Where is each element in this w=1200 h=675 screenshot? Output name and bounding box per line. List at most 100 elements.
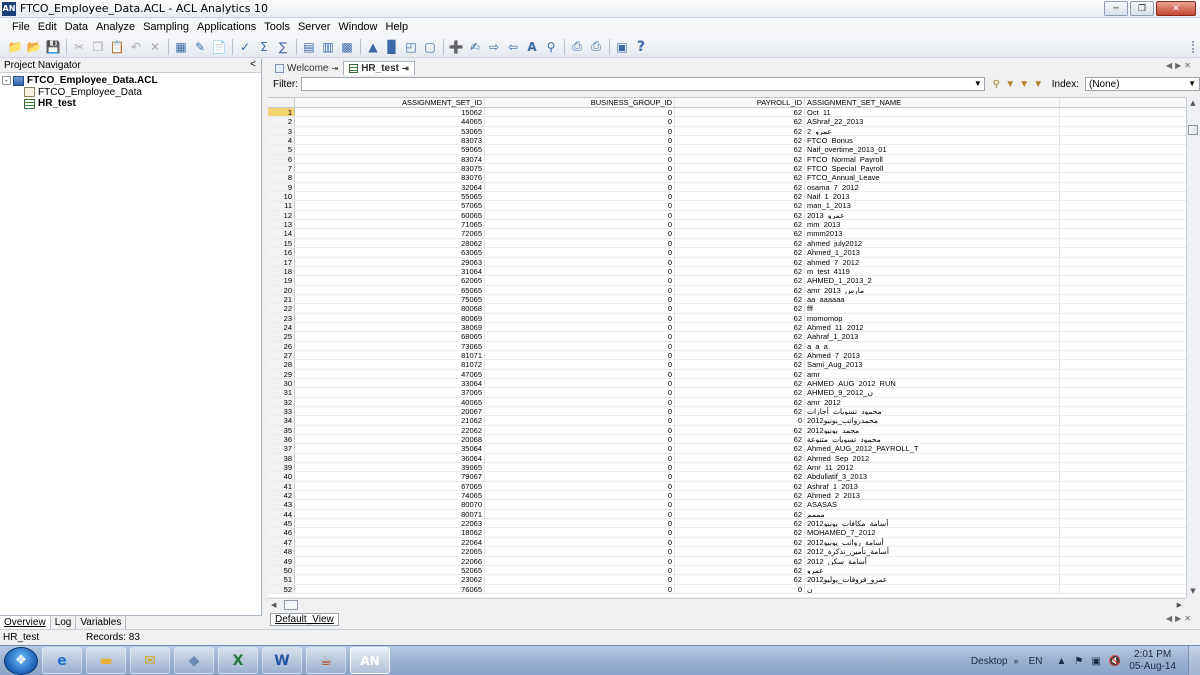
acl-icon[interactable]: AN xyxy=(350,647,390,674)
table-row[interactable]: 25 68065 0 62 Aahraf_1_2013 xyxy=(268,332,1186,342)
menu-window[interactable]: Window xyxy=(334,21,381,33)
assignment-set-name-cell[interactable]: man_1_2013 xyxy=(805,201,1060,210)
payroll-id-cell[interactable]: 0 xyxy=(675,416,805,425)
assignment-set-name-cell[interactable]: محمدرواتب_يونيو2012 xyxy=(805,416,1060,425)
assignment-set-id-cell[interactable]: 73065 xyxy=(295,341,485,350)
row-number[interactable]: 44 xyxy=(268,509,295,519)
table-history-icon[interactable]: 📄 xyxy=(210,38,228,56)
table-row[interactable]: 7 83075 0 62 FTCO_Special_Payroll xyxy=(268,164,1186,174)
table-row[interactable]: 17 29063 0 62 ahmed_7_2012 xyxy=(268,257,1186,267)
payroll-id-cell[interactable]: 62 xyxy=(675,117,805,126)
payroll-id-cell[interactable]: 62 xyxy=(675,173,805,182)
column-header[interactable]: ASSIGNMENT_SET_NAME xyxy=(805,98,1060,107)
table-row[interactable]: 1 15062 0 62 Oct_11 xyxy=(268,108,1186,118)
paste-icon[interactable]: 📋 xyxy=(108,38,126,56)
payroll-id-cell[interactable]: 62 xyxy=(675,313,805,322)
table-row[interactable]: 8 83076 0 62 FTCO_Annual_Leave xyxy=(268,173,1186,183)
assignment-set-name-cell[interactable]: أسامة_رواتب_يونيو2012 xyxy=(805,537,1060,547)
assignment-set-name-cell[interactable]: Abdullatif_3_2013 xyxy=(805,472,1060,481)
assignment-set-name-cell[interactable]: ن xyxy=(805,584,1060,593)
business-group-id-cell[interactable]: 0 xyxy=(485,332,675,341)
scroll-down-icon[interactable]: ▼ xyxy=(1187,585,1199,597)
payroll-id-cell[interactable]: 62 xyxy=(675,444,805,453)
java-icon[interactable]: ☕ xyxy=(306,647,346,674)
assignment-set-name-cell[interactable]: FTCO_Bonus xyxy=(805,136,1060,145)
menu-tools[interactable]: Tools xyxy=(260,21,294,33)
table-row[interactable]: 34 21062 0 0 محمدرواتب_يونيو2012 xyxy=(268,416,1186,426)
table-row[interactable]: 50 52065 0 62 عمرو xyxy=(268,565,1186,576)
scroll-thumb[interactable] xyxy=(284,600,299,610)
assignment-set-name-cell[interactable]: محمود_تسويات_أجازات xyxy=(805,407,1060,416)
row-number[interactable]: 49 xyxy=(268,556,295,565)
assignment-set-id-cell[interactable]: 57065 xyxy=(295,201,485,210)
view-scroll-arrows-icon[interactable]: ◀▶✕ xyxy=(1166,614,1194,623)
business-group-id-cell[interactable]: 0 xyxy=(485,313,675,322)
payroll-id-cell[interactable]: 62 xyxy=(675,575,805,584)
row-number[interactable]: 41 xyxy=(268,481,295,491)
payroll-id-cell[interactable]: 62 xyxy=(675,463,805,472)
payroll-id-cell[interactable]: 62 xyxy=(675,565,805,575)
business-group-id-cell[interactable]: 0 xyxy=(485,145,675,154)
table-row[interactable]: 49 22066 0 62 أسامة_سكن_2012 xyxy=(268,556,1186,566)
row-number[interactable]: 40 xyxy=(268,472,295,481)
assignment-set-id-cell[interactable]: 65065 xyxy=(295,285,485,294)
row-number[interactable]: 16 xyxy=(268,248,295,257)
assignment-set-id-cell[interactable]: 32064 xyxy=(295,182,485,192)
row-number[interactable]: 28 xyxy=(268,360,295,369)
menu-sampling[interactable]: Sampling xyxy=(139,21,193,33)
assignment-set-name-cell[interactable]: FTCO_Special_Payroll xyxy=(805,164,1060,173)
table-row[interactable]: 9 32064 0 62 osama_7_2012 xyxy=(268,182,1186,193)
table-row[interactable]: 14 72065 0 62 mmm2013 xyxy=(268,229,1186,239)
assignment-set-id-cell[interactable]: 81072 xyxy=(295,360,485,369)
business-group-id-cell[interactable]: 0 xyxy=(485,575,675,584)
assignment-set-id-cell[interactable]: 33064 xyxy=(295,378,485,388)
business-group-id-cell[interactable]: 0 xyxy=(485,304,675,313)
business-group-id-cell[interactable]: 0 xyxy=(485,537,675,547)
assignment-set-name-cell[interactable]: a_a_a xyxy=(805,341,1060,350)
chevron-down-icon[interactable]: ▼ xyxy=(1188,79,1196,88)
assignment-set-name-cell[interactable]: Ahmed_2_2013 xyxy=(805,491,1060,500)
assignment-set-name-cell[interactable]: عمرو_2 xyxy=(805,126,1060,136)
minimize-button[interactable]: ─ xyxy=(1104,1,1128,16)
menu-data[interactable]: Data xyxy=(61,21,92,33)
row-number[interactable]: 2 xyxy=(268,117,295,126)
stratify-icon[interactable]: ▤ xyxy=(300,38,318,56)
excel-icon[interactable]: X xyxy=(218,647,258,674)
assignment-set-id-cell[interactable]: 83076 xyxy=(295,173,485,182)
assignment-set-id-cell[interactable]: 67065 xyxy=(295,481,485,491)
assignment-set-name-cell[interactable]: Ahmed_7_2013 xyxy=(805,350,1060,360)
assignment-set-name-cell[interactable]: Naif_overtime_2013_01 xyxy=(805,145,1060,154)
filter-input[interactable]: ▼ xyxy=(301,77,985,91)
row-number[interactable]: 35 xyxy=(268,425,295,435)
assignment-set-name-cell[interactable]: AShraf_22_2013 xyxy=(805,117,1060,126)
table-row[interactable]: 4 83073 0 62 FTCO_Bonus xyxy=(268,136,1186,146)
show-desktop-button[interactable] xyxy=(1188,646,1200,675)
business-group-id-cell[interactable]: 0 xyxy=(485,360,675,369)
business-group-id-cell[interactable]: 0 xyxy=(485,126,675,136)
business-group-id-cell[interactable]: 0 xyxy=(485,238,675,248)
table-row[interactable]: 38 36064 0 62 Ahmed_Sep_2012 xyxy=(268,453,1186,464)
payroll-id-cell[interactable]: 62 xyxy=(675,145,805,154)
row-number[interactable]: 27 xyxy=(268,350,295,360)
assignment-set-id-cell[interactable]: 74065 xyxy=(295,491,485,500)
business-group-id-cell[interactable]: 0 xyxy=(485,341,675,350)
assignment-set-name-cell[interactable]: أسامة_سكن_2012 xyxy=(805,556,1060,565)
business-group-id-cell[interactable]: 0 xyxy=(485,519,675,528)
table-row[interactable]: 13 71065 0 62 mm_2013 xyxy=(268,220,1186,230)
business-group-id-cell[interactable]: 0 xyxy=(485,407,675,416)
volume-muted-icon[interactable]: 🔇 xyxy=(1109,656,1121,667)
table-row[interactable]: 39 39065 0 62 Amr_11_2012 xyxy=(268,463,1186,473)
business-group-id-cell[interactable]: 0 xyxy=(485,425,675,435)
pin-icon[interactable]: ⇥ xyxy=(332,64,339,73)
close-button[interactable]: ✕ xyxy=(1156,1,1196,16)
payroll-id-cell[interactable]: 62 xyxy=(675,238,805,248)
scroll-left-icon[interactable]: ◀ xyxy=(271,601,276,609)
remove-column-icon[interactable]: ⇦ xyxy=(504,38,522,56)
assignment-set-id-cell[interactable]: 39065 xyxy=(295,463,485,472)
table-layout-icon[interactable]: ▦ xyxy=(172,38,190,56)
collapse-icon[interactable]: - xyxy=(2,76,11,86)
table-row[interactable]: 5 59065 0 62 Naif_overtime_2013_01 xyxy=(268,145,1186,155)
assignment-set-name-cell[interactable]: Naif_1_2013 xyxy=(805,192,1060,201)
row-number[interactable]: 39 xyxy=(268,463,295,472)
assignment-set-name-cell[interactable]: AHMED_1_2013_2 xyxy=(805,276,1060,285)
